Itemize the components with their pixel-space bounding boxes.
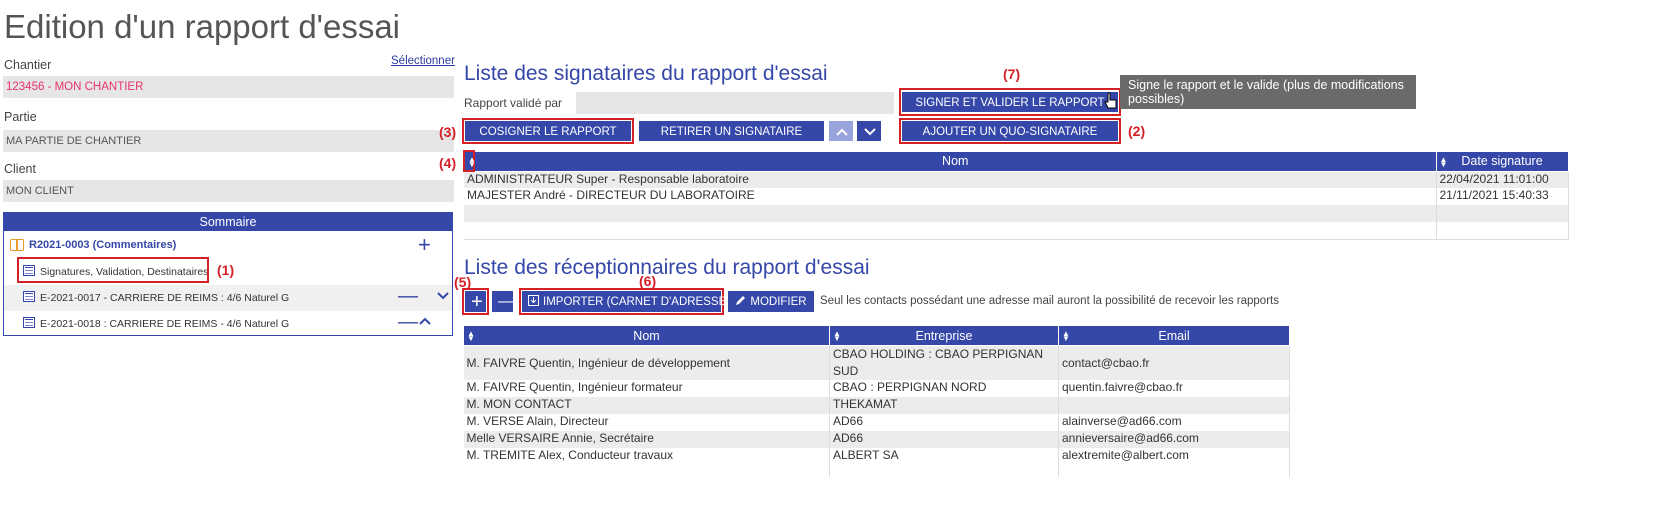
chevron-up-icon bbox=[836, 128, 848, 136]
sommaire-item-label: E-2021-0017 - CARRIERE DE REIMS : 4/6 Na… bbox=[40, 292, 290, 304]
column-header-nom[interactable]: ▲ ▼ Nom bbox=[463, 325, 830, 346]
recipient-email: alextremite@albert.com bbox=[1058, 448, 1290, 465]
partie-field[interactable]: MA PARTIE DE CHANTIER bbox=[3, 130, 454, 152]
document-icon bbox=[23, 291, 35, 302]
chantier-field[interactable]: 123456 - MON CHANTIER bbox=[3, 76, 454, 98]
sort-icon: ▲ ▼ bbox=[1062, 329, 1070, 343]
table-row-empty bbox=[464, 205, 1569, 222]
signatory-name: MAJESTER André - DIRECTEUR DU LABORATOIR… bbox=[464, 188, 1437, 205]
table-row[interactable]: M. VERSE Alain, Directeur AD66 alainvers… bbox=[463, 414, 1290, 431]
modify-button[interactable]: MODIFIER bbox=[728, 291, 814, 312]
select-chantier-link[interactable]: Sélectionner bbox=[391, 55, 455, 67]
receptionnaires-table: ▲ ▼ Nom ▲ ▼ Entreprise ▲ ▼ Email M. FAIVRE Que… bbox=[463, 325, 1290, 477]
sort-icon: ▲ ▼ bbox=[467, 329, 475, 343]
recipient-company: THEKAMAT bbox=[829, 397, 1059, 414]
sommaire-item-e2021-0018[interactable]: E-2021-0018 : CARRIERE DE REIMS - 4/6 Na… bbox=[4, 311, 452, 337]
annotation-label-4: (4) bbox=[439, 155, 457, 171]
minus-icon[interactable]: — bbox=[398, 312, 418, 332]
move-down-button[interactable] bbox=[857, 121, 881, 141]
table-row[interactable]: M. MON CONTACT THEKAMAT bbox=[463, 397, 1290, 414]
recipient-email: quentin.faivre@cbao.fr bbox=[1058, 380, 1290, 397]
sort-icon: ▲ ▼ bbox=[833, 329, 841, 343]
chevron-down-icon[interactable] bbox=[436, 288, 450, 306]
table-row[interactable]: MAJESTER André - DIRECTEUR DU LABORATOIR… bbox=[464, 188, 1569, 205]
annotation-label-2: (2) bbox=[1128, 123, 1146, 139]
signataires-title: Liste des signataires du rapport d'essai bbox=[464, 62, 828, 85]
annotation-box-1 bbox=[17, 257, 209, 283]
recipient-name: Melle VERSAIRE Annie, Secrétaire bbox=[463, 431, 830, 448]
table-row[interactable]: ADMINISTRATEUR Super - Responsable labor… bbox=[464, 171, 1569, 188]
pencil-icon bbox=[736, 296, 746, 305]
recipient-name: M. FAIVRE Quentin, Ingénieur formateur bbox=[463, 380, 830, 397]
recipients-note: Seul les contacts possédant une adresse … bbox=[820, 295, 1279, 307]
recipient-company: AD66 bbox=[829, 414, 1059, 431]
table-row-empty bbox=[464, 222, 1569, 239]
remove-recipient-button[interactable]: — bbox=[492, 291, 514, 312]
recipient-email: alainverse@ad66.com bbox=[1058, 414, 1290, 431]
receptionnaires-title: Liste des réceptionnaires du rapport d'e… bbox=[464, 256, 870, 279]
chevron-up-icon[interactable] bbox=[418, 313, 432, 331]
import-icon bbox=[528, 295, 539, 306]
document-icon bbox=[23, 317, 35, 328]
column-header-date-signature[interactable]: ▲ ▼ Date signature bbox=[1435, 150, 1569, 172]
recipient-company: ALBERT SA bbox=[829, 448, 1059, 465]
partie-label: Partie bbox=[4, 110, 37, 124]
client-field[interactable]: MON CLIENT bbox=[3, 180, 454, 202]
column-header-nom[interactable]: Nom bbox=[473, 150, 1437, 172]
sort-handle-header[interactable]: ▲ ▼ bbox=[463, 150, 476, 172]
annotation-label-7: (7) bbox=[1003, 66, 1021, 82]
recipient-name: M. VERSE Alain, Directeur bbox=[463, 414, 830, 431]
table-row[interactable]: Melle VERSAIRE Annie, Secrétaire AD66 an… bbox=[463, 431, 1290, 448]
table-row[interactable]: M. FAIVRE Quentin, Ingénieur de développ… bbox=[463, 345, 1290, 380]
plus-icon: + bbox=[471, 291, 483, 313]
signataires-table: ▲ ▼ Nom ▲ ▼ Date signature ADMINISTRATEUR S… bbox=[463, 150, 1569, 240]
plus-icon[interactable]: + bbox=[418, 234, 431, 256]
add-recipient-button[interactable]: + bbox=[465, 291, 486, 312]
table-row[interactable]: M. TREMITE Alex, Conducteur travaux ALBE… bbox=[463, 448, 1290, 465]
recipient-name: M. TREMITE Alex, Conducteur travaux bbox=[463, 448, 830, 465]
import-address-book-button[interactable]: IMPORTER (CARNET D'ADRESSE) bbox=[522, 291, 730, 312]
sommaire-item-e2021-0017[interactable]: E-2021-0017 - CARRIERE DE REIMS : 4/6 Na… bbox=[4, 285, 452, 311]
annotation-label-6: (6) bbox=[639, 273, 657, 289]
sign-validate-button[interactable]: SIGNER ET VALIDER LE RAPPORT bbox=[902, 92, 1118, 112]
recipient-name: M. MON CONTACT bbox=[463, 397, 830, 414]
table-row-empty bbox=[463, 465, 1290, 477]
validated-by-label: Rapport validé par bbox=[464, 96, 563, 110]
sommaire-item-label: E-2021-0018 : CARRIERE DE REIMS - 4/6 Na… bbox=[40, 318, 290, 330]
annotation-label-3: (3) bbox=[439, 124, 457, 140]
sign-tooltip: Signe le rapport et le valide (plus de m… bbox=[1120, 75, 1416, 109]
recipient-company: AD66 bbox=[829, 431, 1059, 448]
sort-icon: ▲ ▼ bbox=[1439, 154, 1448, 169]
annotation-label-1: (1) bbox=[217, 262, 235, 278]
column-header-entreprise[interactable]: ▲ ▼ Entreprise bbox=[829, 325, 1059, 346]
page-title: Edition d'un rapport d'essai bbox=[4, 8, 401, 45]
sommaire-root-item[interactable]: R2021-0003 (Commentaires) + bbox=[4, 233, 452, 259]
recipient-company: CBAO : PERPIGNAN NORD bbox=[829, 380, 1059, 397]
minus-icon: — bbox=[498, 293, 514, 310]
recipient-email: contact@cbao.fr bbox=[1058, 345, 1290, 380]
client-label: Client bbox=[4, 162, 36, 176]
signature-date: 22/04/2021 11:01:00 bbox=[1436, 171, 1569, 188]
sommaire-header: Sommaire bbox=[4, 213, 452, 231]
cosign-button[interactable]: COSIGNER LE RAPPORT bbox=[465, 121, 631, 141]
validated-by-field bbox=[576, 92, 894, 114]
column-header-email[interactable]: ▲ ▼ Email bbox=[1058, 325, 1290, 346]
minus-icon[interactable]: — bbox=[398, 286, 418, 306]
move-up-button[interactable] bbox=[829, 121, 853, 141]
remove-signatory-button[interactable]: RETIRER UN SIGNATAIRE bbox=[639, 121, 824, 141]
add-quo-signatory-button[interactable]: AJOUTER UN QUO-SIGNATAIRE bbox=[902, 121, 1118, 141]
table-row[interactable]: M. FAIVRE Quentin, Ingénieur formateur C… bbox=[463, 380, 1290, 397]
hand-cursor-icon bbox=[1104, 92, 1117, 109]
signature-date: 21/11/2021 15:40:33 bbox=[1436, 188, 1569, 205]
signatory-name: ADMINISTRATEUR Super - Responsable labor… bbox=[464, 171, 1437, 188]
recipient-company: CBAO HOLDING : CBAO PERPIGNAN SUD bbox=[829, 345, 1059, 380]
recipient-email: annieversaire@ad66.com bbox=[1058, 431, 1290, 448]
chantier-label: Chantier bbox=[4, 58, 52, 72]
chevron-down-icon bbox=[864, 128, 876, 136]
recipient-name: M. FAIVRE Quentin, Ingénieur de développ… bbox=[463, 345, 830, 380]
sommaire-root-label: R2021-0003 (Commentaires) bbox=[29, 239, 177, 251]
recipient-email bbox=[1058, 397, 1290, 414]
book-icon bbox=[10, 239, 24, 251]
